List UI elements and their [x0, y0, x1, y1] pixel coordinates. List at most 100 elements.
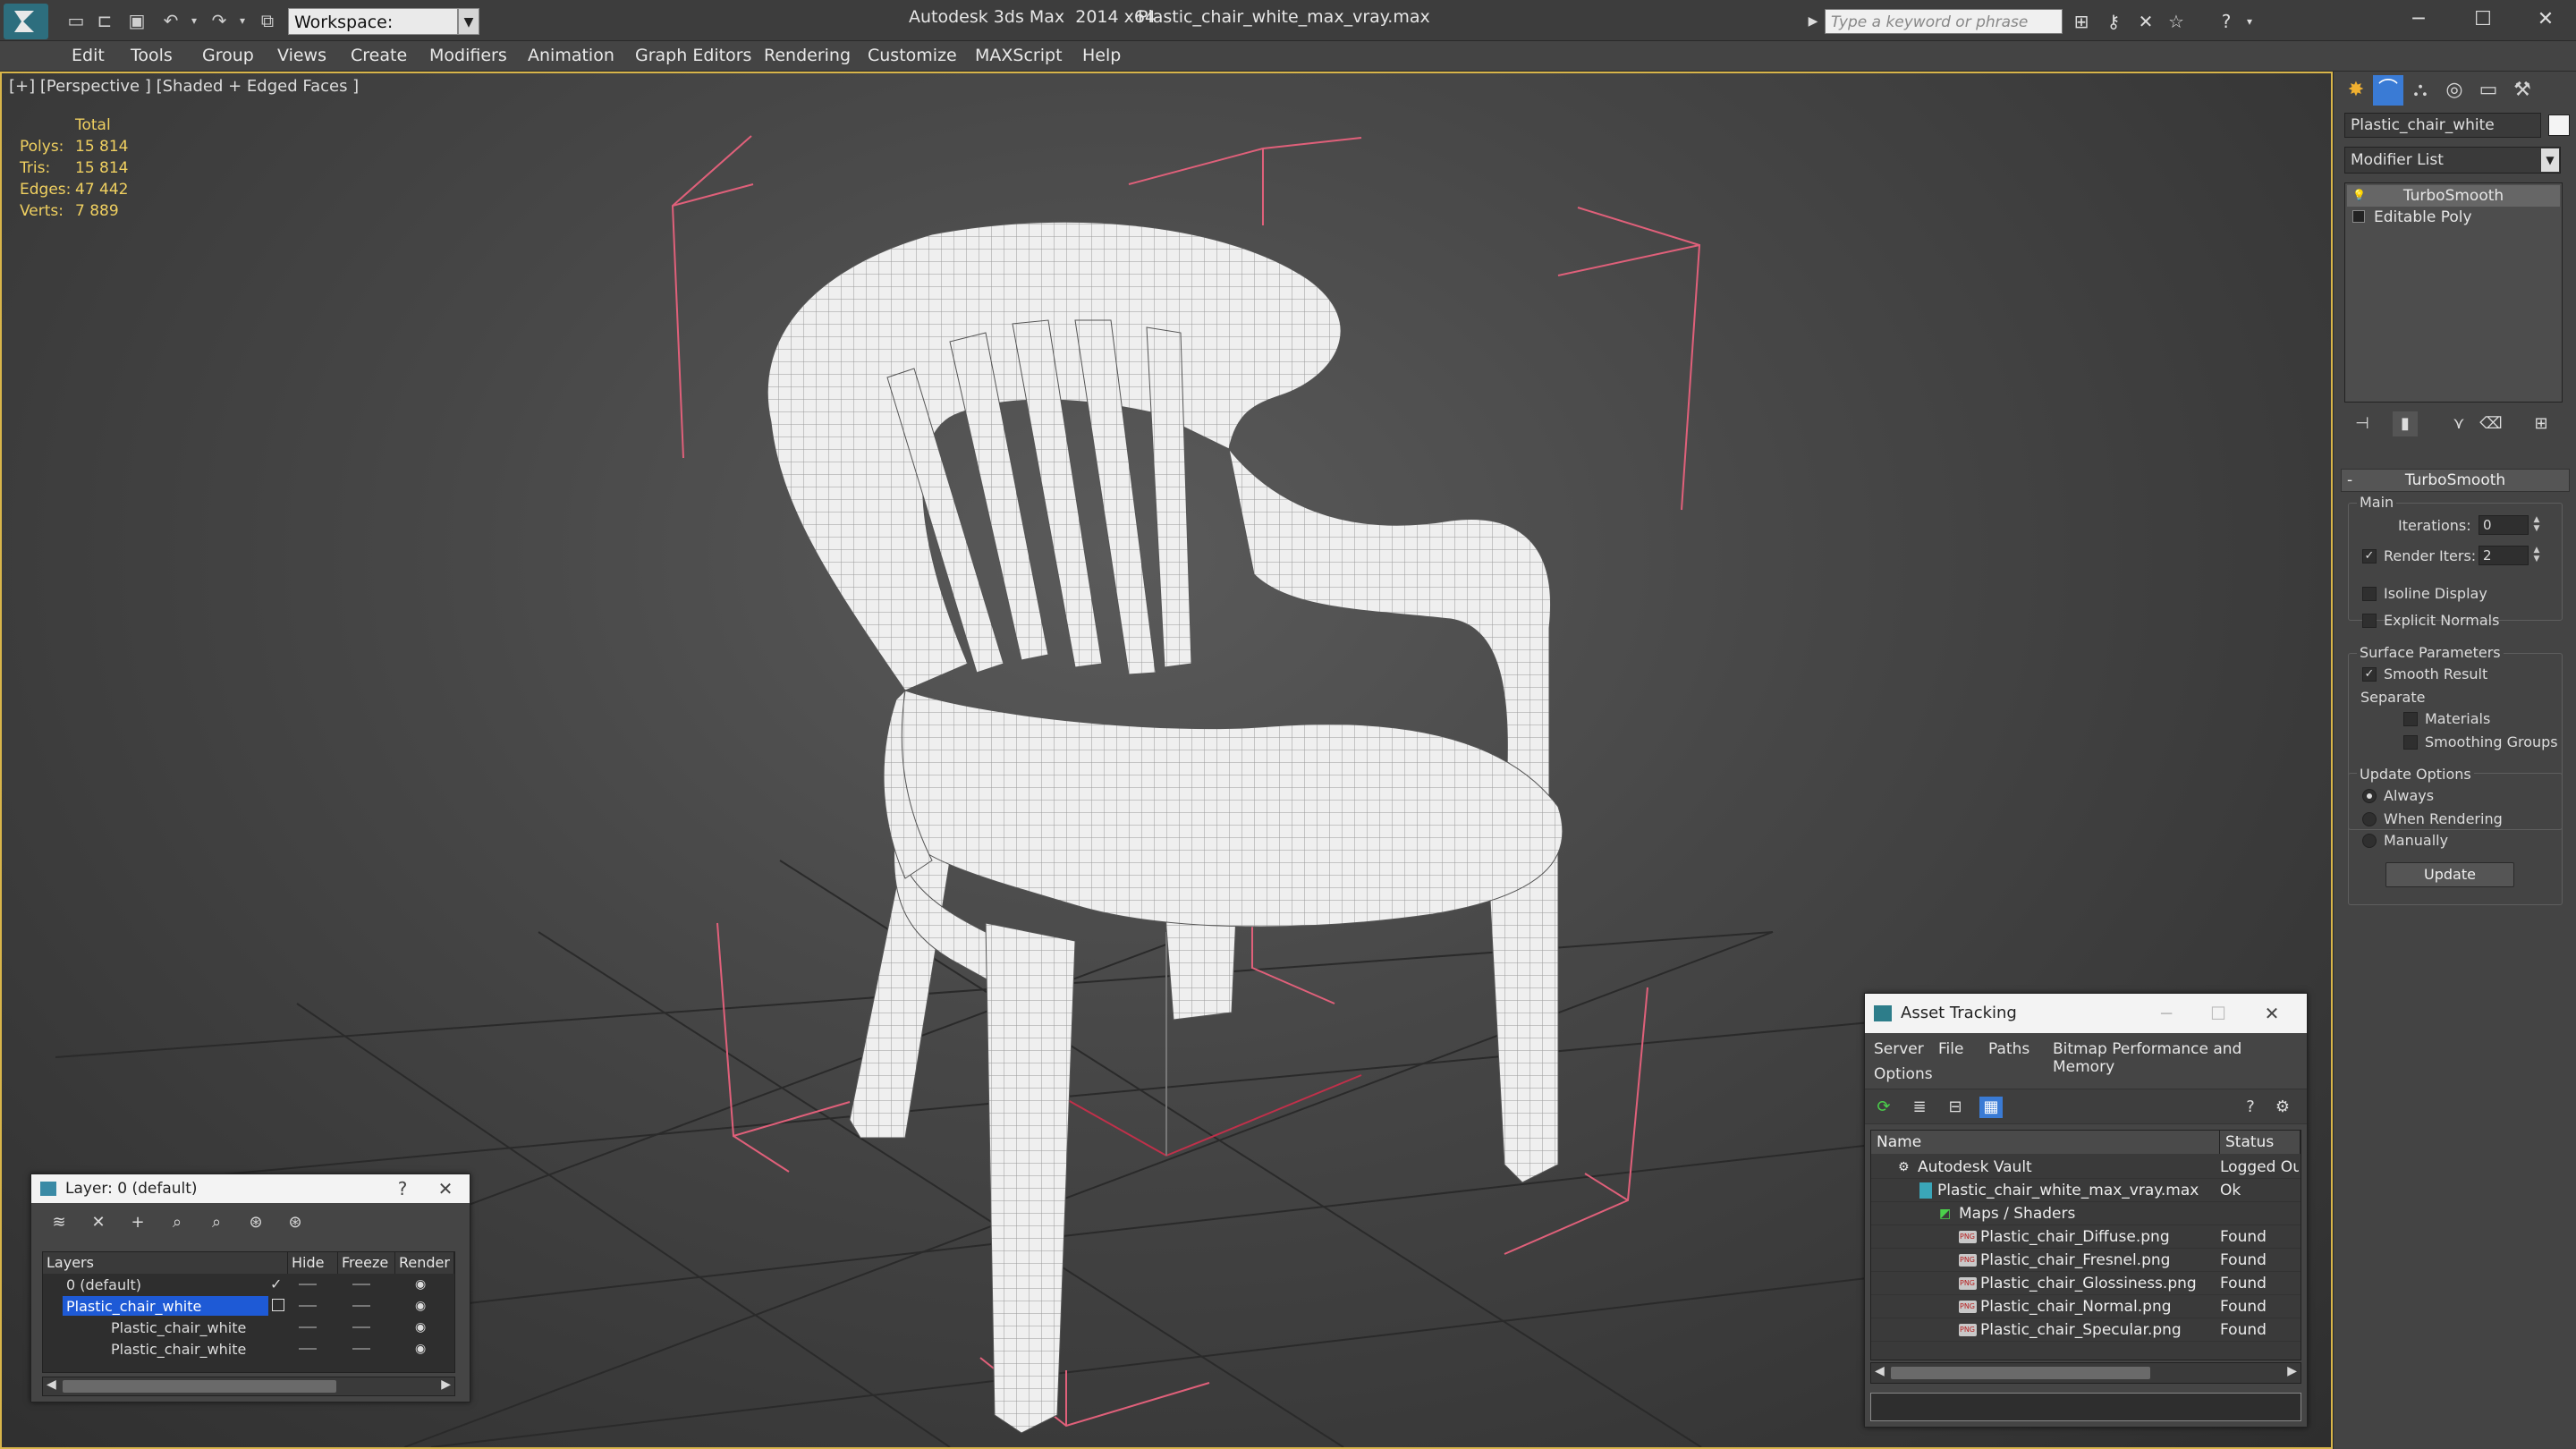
- modify-tab-icon[interactable]: ⌒: [2373, 75, 2403, 106]
- active-layer-box-icon[interactable]: [272, 1299, 284, 1311]
- workspace-dropdown[interactable]: Workspace: Default: [288, 8, 458, 59]
- scroll-thumb[interactable]: [63, 1380, 336, 1393]
- hide-all-icon[interactable]: ⊛: [242, 1210, 269, 1235]
- key-icon[interactable]: ⚷: [2102, 10, 2125, 33]
- smooth-result-checkbox[interactable]: ✓: [2362, 667, 2377, 682]
- favorites-star-icon[interactable]: ☆: [2165, 10, 2188, 33]
- asset-row[interactable]: Plastic_chair_Specular.png Found: [1871, 1318, 2301, 1342]
- layers-stack-icon[interactable]: ≋: [46, 1210, 72, 1235]
- asset-row[interactable]: Plastic_chair_Glossiness.png Found: [1871, 1272, 2301, 1295]
- asset-row[interactable]: Plastic_chair_Fresnel.png Found: [1871, 1249, 2301, 1272]
- manually-radio[interactable]: [2362, 834, 2377, 848]
- hierarchy-tab-icon[interactable]: ⛬: [2405, 75, 2436, 106]
- menu-edit[interactable]: Edit: [72, 46, 105, 65]
- object-name-field[interactable]: Plastic_chair_white: [2344, 113, 2541, 138]
- menu-group[interactable]: Group: [202, 46, 254, 65]
- create-tab-icon[interactable]: ✸: [2341, 75, 2371, 106]
- render-teapot-icon[interactable]: ◉: [415, 1295, 426, 1317]
- asset-row[interactable]: Plastic_chair_Normal.png Found: [1871, 1295, 2301, 1318]
- show-end-result-icon[interactable]: ▮: [2393, 411, 2418, 436]
- maximize-icon[interactable]: ☐: [2456, 4, 2510, 36]
- help-icon[interactable]: ?: [2215, 10, 2238, 33]
- highlight-layer-icon[interactable]: ⌕: [203, 1210, 230, 1235]
- redo-icon[interactable]: ↷: [208, 9, 231, 32]
- scroll-left-icon[interactable]: ◀: [47, 1377, 56, 1392]
- asset-menu-server[interactable]: Server: [1874, 1040, 1924, 1058]
- asset-row[interactable]: Plastic_chair_Diffuse.png Found: [1871, 1225, 2301, 1249]
- asset-row[interactable]: Plastic_chair_white_max_vray.max Ok: [1871, 1179, 2301, 1202]
- table-view-icon[interactable]: ⊟: [1944, 1097, 1967, 1118]
- menu-customize[interactable]: Customize: [868, 46, 957, 65]
- menu-rendering[interactable]: Rendering: [764, 46, 851, 65]
- select-objects-icon[interactable]: ⌕: [164, 1210, 191, 1235]
- help-icon[interactable]: ?: [389, 1174, 416, 1203]
- menu-help[interactable]: Help: [1082, 46, 1121, 65]
- project-folder-icon[interactable]: ⧉: [256, 9, 279, 32]
- render-iters-checkbox[interactable]: ✓: [2362, 549, 2377, 564]
- save-file-icon[interactable]: ▣: [125, 9, 148, 32]
- scroll-right-icon[interactable]: ▶: [2287, 1364, 2297, 1378]
- menu-views[interactable]: Views: [277, 46, 326, 65]
- redo-dropdown-icon[interactable]: ▾: [231, 9, 254, 32]
- list-view-icon[interactable]: ≣: [1908, 1097, 1931, 1118]
- explicit-normals-checkbox[interactable]: [2362, 614, 2377, 628]
- stack-item-editable-poly[interactable]: Editable Poly: [2347, 207, 2560, 228]
- asset-dialog-title[interactable]: Asset Tracking: [1865, 994, 2307, 1033]
- subscription-icon[interactable]: ✕: [2134, 10, 2157, 33]
- freeze-all-icon[interactable]: ⊛: [282, 1210, 309, 1235]
- always-radio[interactable]: [2362, 789, 2377, 803]
- open-file-icon[interactable]: ⊏: [93, 9, 116, 32]
- asset-row[interactable]: ◩ Maps / Shaders: [1871, 1202, 2301, 1225]
- asset-menu-options[interactable]: Options: [1874, 1065, 1933, 1083]
- binoculars-icon[interactable]: ⊞: [2070, 10, 2093, 33]
- new-file-icon[interactable]: ▭: [64, 9, 88, 32]
- turbosmooth-rollout-header[interactable]: - TurboSmooth: [2341, 469, 2570, 492]
- asset-path-field[interactable]: [1870, 1393, 2301, 1421]
- chevron-down-icon[interactable]: ▼: [2541, 148, 2559, 172]
- layer-row-selected[interactable]: Plastic_chair_white ◉: [43, 1295, 454, 1317]
- minimize-icon[interactable]: ─: [2153, 999, 2180, 1028]
- render-teapot-icon[interactable]: ◉: [415, 1338, 426, 1360]
- maximize-icon[interactable]: ☐: [2205, 999, 2232, 1028]
- asset-row[interactable]: ⚙ Autodesk Vault Logged Ou: [1871, 1156, 2301, 1179]
- modifier-list-dropdown[interactable]: Modifier List: [2344, 147, 2561, 174]
- asset-menu-file[interactable]: File: [1938, 1040, 1963, 1058]
- column-hide[interactable]: Hide: [288, 1252, 338, 1274]
- lightbulb-icon[interactable]: 💡: [2352, 189, 2366, 201]
- active-layer-check-icon[interactable]: ✓: [270, 1274, 282, 1295]
- scroll-right-icon[interactable]: ▶: [441, 1377, 451, 1392]
- app-logo-button[interactable]: [4, 4, 48, 39]
- column-status[interactable]: Status: [2220, 1131, 2301, 1154]
- materials-checkbox[interactable]: [2403, 712, 2418, 726]
- configure-sets-icon[interactable]: ⊞: [2529, 411, 2554, 436]
- scroll-left-icon[interactable]: ◀: [1875, 1364, 1885, 1378]
- minimize-icon[interactable]: ─: [2392, 4, 2445, 36]
- grid-view-icon[interactable]: ▦: [1979, 1097, 2003, 1118]
- asset-menu-bitmap-performance[interactable]: Bitmap Performance and Memory: [2053, 1040, 2307, 1076]
- refresh-icon[interactable]: ⟳: [1872, 1097, 1895, 1118]
- settings-help-icon[interactable]: ⚙: [2271, 1097, 2294, 1118]
- help-icon[interactable]: ?: [2239, 1097, 2262, 1118]
- perspective-viewport[interactable]: [+] [Perspective ] [Shaded + Edged Faces…: [0, 72, 2333, 1449]
- menu-maxscript[interactable]: MAXScript: [975, 46, 1063, 65]
- chevron-down-icon[interactable]: ▼: [458, 8, 479, 35]
- menu-create[interactable]: Create: [351, 46, 407, 65]
- render-teapot-icon[interactable]: ◉: [415, 1274, 426, 1295]
- add-layer-icon[interactable]: +: [124, 1210, 151, 1235]
- column-render[interactable]: Render: [395, 1252, 454, 1274]
- scroll-thumb[interactable]: [1891, 1367, 2150, 1379]
- menu-animation[interactable]: Animation: [528, 46, 614, 65]
- layer-row[interactable]: Plastic_chair_white ◉: [43, 1317, 454, 1338]
- render-teapot-icon[interactable]: ◉: [415, 1317, 426, 1338]
- menu-graph-editors[interactable]: Graph Editors: [635, 46, 751, 65]
- close-icon[interactable]: ✕: [2519, 4, 2572, 36]
- spinner-arrows-icon[interactable]: ▲ ▼: [2530, 515, 2543, 535]
- viewport-label[interactable]: [+] [Perspective ] [Shaded + Edged Faces…: [9, 77, 359, 96]
- when-rendering-radio[interactable]: [2362, 812, 2377, 826]
- update-button[interactable]: Update: [2385, 862, 2514, 887]
- expand-plus-icon[interactable]: [2352, 210, 2365, 223]
- column-freeze[interactable]: Freeze: [338, 1252, 395, 1274]
- asset-menu-paths[interactable]: Paths: [1988, 1040, 2029, 1058]
- iterations-spinner[interactable]: 0: [2479, 515, 2529, 535]
- delete-layer-icon[interactable]: ✕: [85, 1210, 112, 1235]
